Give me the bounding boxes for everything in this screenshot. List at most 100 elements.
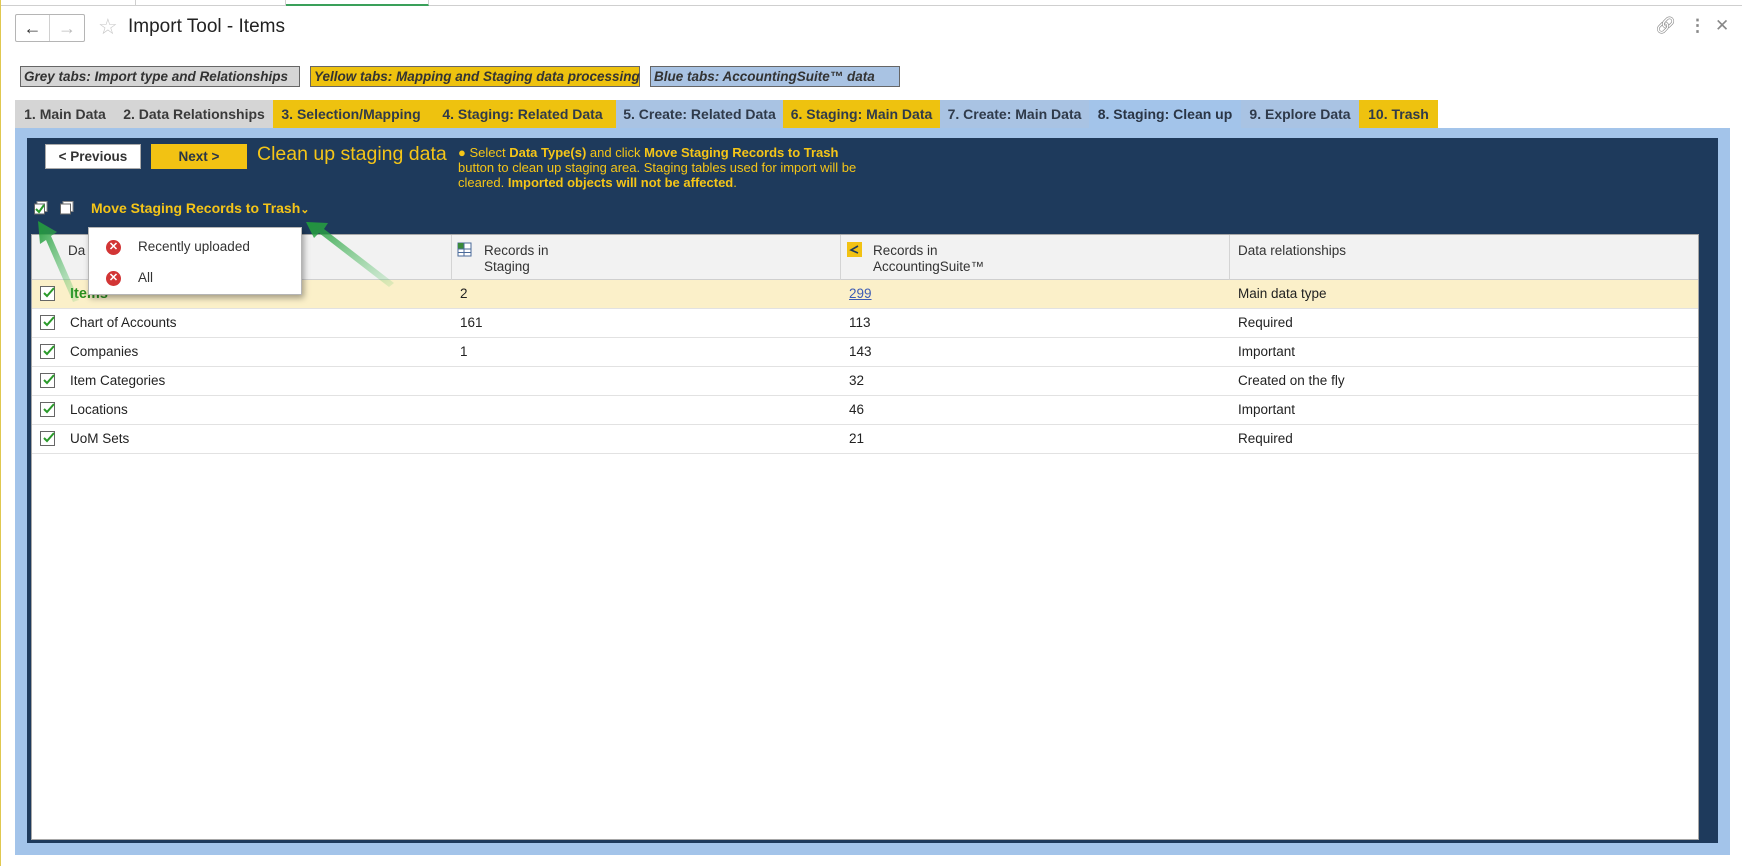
forward-arrow-icon[interactable]: → <box>50 15 84 41</box>
close-icon[interactable]: ✕ <box>1715 16 1729 36</box>
nav-buttons: ← → <box>15 14 85 42</box>
cell-accountingsuite: 32 <box>849 373 865 388</box>
header-staging-line1: Records in <box>484 243 549 258</box>
cell-data-type: Locations <box>70 402 128 417</box>
row-checkbox[interactable] <box>40 315 55 330</box>
cell-relationship: Important <box>1238 402 1296 417</box>
cell-relationship: Important <box>1238 344 1296 359</box>
spreadsheet-icon <box>457 242 472 257</box>
check-icon <box>43 345 55 356</box>
panel-title: Clean up staging data <box>257 143 447 165</box>
top-tab-strip <box>1 0 1742 6</box>
next-button[interactable]: Next > <box>151 144 247 169</box>
cell-data-type: Item Categories <box>70 373 166 388</box>
delete-icon: ✕ <box>106 271 121 286</box>
cell-staging <box>452 396 460 424</box>
header-records-in-staging[interactable]: Records in Staging <box>452 235 841 280</box>
check-icon <box>43 432 55 443</box>
row-checkbox[interactable] <box>40 344 55 359</box>
help-strong-data-type: Data Type(s) <box>509 145 587 160</box>
tab-staging-clean-up[interactable]: 8. Staging: Clean up <box>1089 100 1241 128</box>
back-arrow-icon[interactable]: ← <box>16 15 51 41</box>
table-row[interactable]: UoM Sets 21 Required <box>32 425 1698 454</box>
cell-data-type: Chart of Accounts <box>70 315 177 330</box>
help-bullet: ● Select <box>458 145 506 160</box>
header-as-line1: Records in <box>873 243 938 258</box>
header-as-line2: AccountingSuite™ <box>873 259 985 274</box>
legend-blue: Blue tabs: AccountingSuite™ data <box>650 66 900 87</box>
tab-selection-mapping[interactable]: 3. Selection/Mapping <box>273 100 429 128</box>
row-checkbox[interactable] <box>40 286 55 301</box>
window-title: Import Tool - Items <box>128 16 285 37</box>
chevron-down-icon: ⌄ <box>300 204 310 216</box>
cell-relationship: Required <box>1238 315 1293 330</box>
data-types-table: Da Records in Staging Records in Accountin… <box>31 234 1699 840</box>
cell-staging: 161 <box>460 315 483 330</box>
delete-icon: ✕ <box>106 240 121 255</box>
tab-explore-data[interactable]: 9. Explore Data <box>1241 100 1359 128</box>
tab-main-data[interactable]: 1. Main Data <box>15 100 115 128</box>
table-row[interactable]: Chart of Accounts 161 113 Required <box>32 309 1698 338</box>
tab-staging-related-data[interactable]: 4. Staging: Related Data <box>429 100 616 128</box>
header-records-in-accountingsuite[interactable]: Records in AccountingSuite™ <box>841 235 1230 280</box>
cell-data-type: UoM Sets <box>70 431 130 446</box>
cell-data-type: Companies <box>70 344 139 359</box>
previous-button[interactable]: < Previous <box>45 144 141 169</box>
top-tab-stub-active[interactable] <box>286 0 429 6</box>
app-window: ← → ☆ Import Tool - Items 🔗︎ ⋮ ✕ Grey ta… <box>0 0 1742 866</box>
window-header: ← → ☆ Import Tool - Items 🔗︎ ⋮ ✕ <box>1 8 1742 48</box>
check-icon <box>43 403 55 414</box>
cell-accountingsuite: 143 <box>849 344 872 359</box>
help-strong-move: Move Staging Records to Trash <box>644 145 839 160</box>
row-checkbox[interactable] <box>40 373 55 388</box>
cell-staging: 1 <box>460 344 468 359</box>
more-menu-icon[interactable]: ⋮ <box>1689 16 1706 36</box>
cell-accountingsuite: 46 <box>849 402 865 417</box>
accountingsuite-count-link[interactable]: 299 <box>849 286 872 301</box>
help-end: . <box>733 175 737 190</box>
tab-create-main-data[interactable]: 7. Create: Main Data <box>940 100 1089 128</box>
check-all-icon[interactable] <box>34 201 48 215</box>
uncheck-all-icon[interactable] <box>60 201 74 215</box>
header-staging-line2: Staging <box>484 259 530 274</box>
menu-item-all[interactable]: ✕ All <box>89 263 301 293</box>
help-text-1: and click <box>589 145 641 160</box>
cell-staging <box>452 367 460 395</box>
header-data-type-label: Da <box>68 243 86 258</box>
check-icon <box>43 287 55 298</box>
cell-staging <box>452 425 460 453</box>
cell-relationship: Created on the fly <box>1238 373 1345 388</box>
help-strong-imported: Imported objects will not be affected <box>507 175 734 190</box>
tab-trash[interactable]: 10. Trash <box>1359 100 1438 128</box>
cell-relationship: Main data type <box>1238 286 1327 301</box>
menu-item-label: All <box>138 270 154 285</box>
legend-yellow: Yellow tabs: Mapping and Staging data pr… <box>310 66 640 87</box>
table-row[interactable]: Companies 1 143 Important <box>32 338 1698 367</box>
row-checkbox[interactable] <box>40 402 55 417</box>
check-icon <box>43 374 55 385</box>
accountingsuite-logo-icon <box>847 242 862 257</box>
tab-create-related-data[interactable]: 5. Create: Related Data <box>616 100 783 128</box>
link-icon[interactable]: 🔗︎ <box>1655 16 1677 36</box>
move-staging-records-label: Move Staging Records to Trash <box>91 200 301 216</box>
cell-staging: 2 <box>460 286 468 301</box>
top-tab-stub[interactable] <box>1 0 136 6</box>
menu-item-recently-uploaded[interactable]: ✕ Recently uploaded <box>89 232 301 262</box>
cell-accountingsuite: 21 <box>849 431 865 446</box>
help-text: ● Select Data Type(s) and click Move Sta… <box>458 145 878 190</box>
row-checkbox[interactable] <box>40 431 55 446</box>
header-data-relationships[interactable]: Data relationships <box>1230 235 1700 280</box>
move-staging-records-button[interactable]: Move Staging Records to Trash⌄ <box>91 200 309 216</box>
table-row[interactable]: Item Categories 32 Created on the fly <box>32 367 1698 396</box>
menu-item-label: Recently uploaded <box>138 239 250 254</box>
table-row[interactable]: Locations 46 Important <box>32 396 1698 425</box>
tab-staging-main-data[interactable]: 6. Staging: Main Data <box>783 100 940 128</box>
check-icon <box>43 316 55 327</box>
tab-data-relationships[interactable]: 2. Data Relationships <box>115 100 273 128</box>
cell-accountingsuite: 113 <box>849 315 871 330</box>
legend-grey: Grey tabs: Import type and Relationships <box>20 66 300 87</box>
favorite-star-icon[interactable]: ☆ <box>98 14 118 40</box>
top-tab-stub[interactable] <box>136 0 286 6</box>
cell-relationship: Required <box>1238 431 1293 446</box>
move-staging-dropdown-menu: ✕ Recently uploaded ✕ All <box>88 227 302 295</box>
